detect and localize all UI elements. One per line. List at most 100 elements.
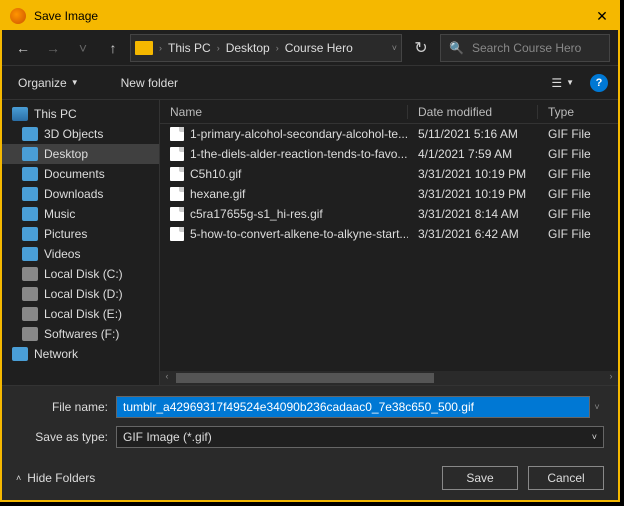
sidebar-item-label: Pictures xyxy=(44,227,87,241)
sidebar-item-label: Local Disk (E:) xyxy=(44,307,122,321)
sidebar-item-label: Local Disk (D:) xyxy=(44,287,123,301)
chevron-right-icon[interactable]: › xyxy=(159,43,162,53)
refresh-button[interactable]: ↻ xyxy=(406,34,436,62)
docs-icon xyxy=(22,167,38,181)
file-icon xyxy=(170,147,184,161)
bottom-panel: File name: ˅ Save as type: GIF Image (*.… xyxy=(2,385,618,500)
file-date: 3/31/2021 8:14 AM xyxy=(408,207,538,221)
disk-icon xyxy=(22,267,38,281)
sidebar-item-local-disk-e-[interactable]: Local Disk (E:) xyxy=(2,304,159,324)
save-dialog: Save Image ✕ ← → ˅ ↑ › This PC › Desktop… xyxy=(0,0,620,502)
firefox-icon xyxy=(10,8,26,24)
chevron-down-icon: ▼ xyxy=(566,78,574,87)
up-button[interactable]: ↑ xyxy=(100,35,126,61)
sidebar-item-local-disk-d-[interactable]: Local Disk (D:) xyxy=(2,284,159,304)
filename-input[interactable] xyxy=(116,396,590,418)
disk-icon xyxy=(22,307,38,321)
sidebar-item-label: Downloads xyxy=(44,187,103,201)
file-row[interactable]: c5ra17655g-s1_hi-res.gif 3/31/2021 8:14 A… xyxy=(160,204,618,224)
sidebar-item-desktop[interactable]: Desktop xyxy=(2,144,159,164)
organize-button[interactable]: Organize ▼ xyxy=(12,72,85,94)
chevron-right-icon[interactable]: › xyxy=(217,43,220,53)
file-row[interactable]: 1-the-diels-alder-reaction-tends-to-favo… xyxy=(160,144,618,164)
title-bar: Save Image ✕ xyxy=(2,2,618,30)
sidebar[interactable]: This PC 3D Objects Desktop Documents Downloa… xyxy=(2,100,160,385)
sidebar-item-music[interactable]: Music xyxy=(2,204,159,224)
file-content: Name Date modified Type 1-primary-alcoho… xyxy=(160,100,618,385)
view-icon: ☰ xyxy=(551,76,562,90)
file-name: 1-primary-alcohol-secondary-alcohol-te..… xyxy=(190,127,408,141)
file-date: 3/31/2021 10:19 PM xyxy=(408,187,538,201)
down-icon xyxy=(22,187,38,201)
file-row[interactable]: hexane.gif 3/31/2021 10:19 PMGIF File xyxy=(160,184,618,204)
column-date[interactable]: Date modified xyxy=(408,105,538,119)
sidebar-item-softwares-f-[interactable]: Softwares (F:) xyxy=(2,324,159,344)
horizontal-scrollbar[interactable]: ‹ › xyxy=(160,371,618,385)
sidebar-item-local-disk-c-[interactable]: Local Disk (C:) xyxy=(2,264,159,284)
forward-button[interactable]: → xyxy=(40,35,66,61)
breadcrumb[interactable]: Desktop xyxy=(226,41,270,55)
sidebar-item-this-pc[interactable]: This PC xyxy=(2,104,159,124)
file-type: GIF File xyxy=(538,187,618,201)
file-row[interactable]: C5h10.gif3/31/2021 10:19 PMGIF File xyxy=(160,164,618,184)
file-date: 3/31/2021 6:42 AM xyxy=(408,227,538,241)
sidebar-item-documents[interactable]: Documents xyxy=(2,164,159,184)
sidebar-item-network[interactable]: Network xyxy=(2,344,159,364)
column-type[interactable]: Type xyxy=(538,105,618,119)
chevron-up-icon: ˄ xyxy=(16,473,21,483)
cancel-button[interactable]: Cancel xyxy=(528,466,604,490)
sidebar-item-label: Desktop xyxy=(44,147,88,161)
file-row[interactable]: 1-primary-alcohol-secondary-alcohol-te..… xyxy=(160,124,618,144)
filename-label: File name: xyxy=(16,400,116,414)
file-name: 5-how-to-convert-alkene-to-alkyne-start.… xyxy=(190,227,408,241)
main-area: This PC 3D Objects Desktop Documents Downloa… xyxy=(2,100,618,385)
nav-bar: ← → ˅ ↑ › This PC › Desktop › Course Her… xyxy=(2,30,618,66)
file-type: GIF File xyxy=(538,147,618,161)
sidebar-item-label: Documents xyxy=(44,167,105,181)
sidebar-item-label: This PC xyxy=(34,107,77,121)
recent-dropdown[interactable]: ˅ xyxy=(70,35,96,61)
music-icon xyxy=(22,207,38,221)
search-icon: 🔍 xyxy=(449,41,464,55)
file-name: 1-the-diels-alder-reaction-tends-to-favo… xyxy=(190,147,407,161)
sidebar-item-videos[interactable]: Videos xyxy=(2,244,159,264)
sidebar-item-downloads[interactable]: Downloads xyxy=(2,184,159,204)
breadcrumb[interactable]: Course Hero xyxy=(285,41,353,55)
back-button[interactable]: ← xyxy=(10,35,36,61)
window-title: Save Image xyxy=(34,9,594,23)
save-button[interactable]: Save xyxy=(442,466,518,490)
file-date: 5/11/2021 5:16 AM xyxy=(408,127,538,141)
help-button[interactable]: ? xyxy=(590,74,608,92)
address-bar[interactable]: › This PC › Desktop › Course Hero ˅ xyxy=(130,34,402,62)
sidebar-item-label: Music xyxy=(44,207,75,221)
search-input[interactable]: 🔍 Search Course Hero xyxy=(440,34,610,62)
disk-icon xyxy=(22,327,38,341)
new-folder-button[interactable]: New folder xyxy=(115,72,184,94)
file-type: GIF File xyxy=(538,127,618,141)
sidebar-item-pictures[interactable]: Pictures xyxy=(2,224,159,244)
desktop-icon xyxy=(22,147,38,161)
sidebar-item-3d-objects[interactable]: 3D Objects xyxy=(2,124,159,144)
file-type: GIF File xyxy=(538,227,618,241)
file-icon xyxy=(170,227,184,241)
file-name: C5h10.gif xyxy=(190,167,241,181)
chevron-right-icon[interactable]: › xyxy=(276,43,279,53)
saveas-select[interactable]: GIF Image (*.gif) ˅ xyxy=(116,426,604,448)
search-placeholder: Search Course Hero xyxy=(472,41,581,55)
file-row[interactable]: 5-how-to-convert-alkene-to-alkyne-start.… xyxy=(160,224,618,244)
column-name[interactable]: Name xyxy=(160,105,408,119)
chevron-down-icon[interactable]: ˅ xyxy=(392,43,397,53)
file-name: c5ra17655g-s1_hi-res.gif xyxy=(190,207,323,221)
toolbar: Organize ▼ New folder ☰ ▼ ? xyxy=(2,66,618,100)
file-date: 4/1/2021 7:59 AM xyxy=(408,147,538,161)
close-icon[interactable]: ✕ xyxy=(594,8,610,24)
file-list[interactable]: 1-primary-alcohol-secondary-alcohol-te..… xyxy=(160,124,618,371)
breadcrumb[interactable]: This PC xyxy=(168,41,211,55)
chevron-down-icon[interactable]: ˅ xyxy=(590,402,604,412)
sidebar-item-label: Videos xyxy=(44,247,80,261)
view-button[interactable]: ☰ ▼ xyxy=(551,76,574,90)
hide-folders-button[interactable]: ˄ Hide Folders xyxy=(16,471,95,485)
chevron-down-icon: ˅ xyxy=(592,432,597,442)
file-name: hexane.gif xyxy=(190,187,245,201)
file-icon xyxy=(170,127,184,141)
